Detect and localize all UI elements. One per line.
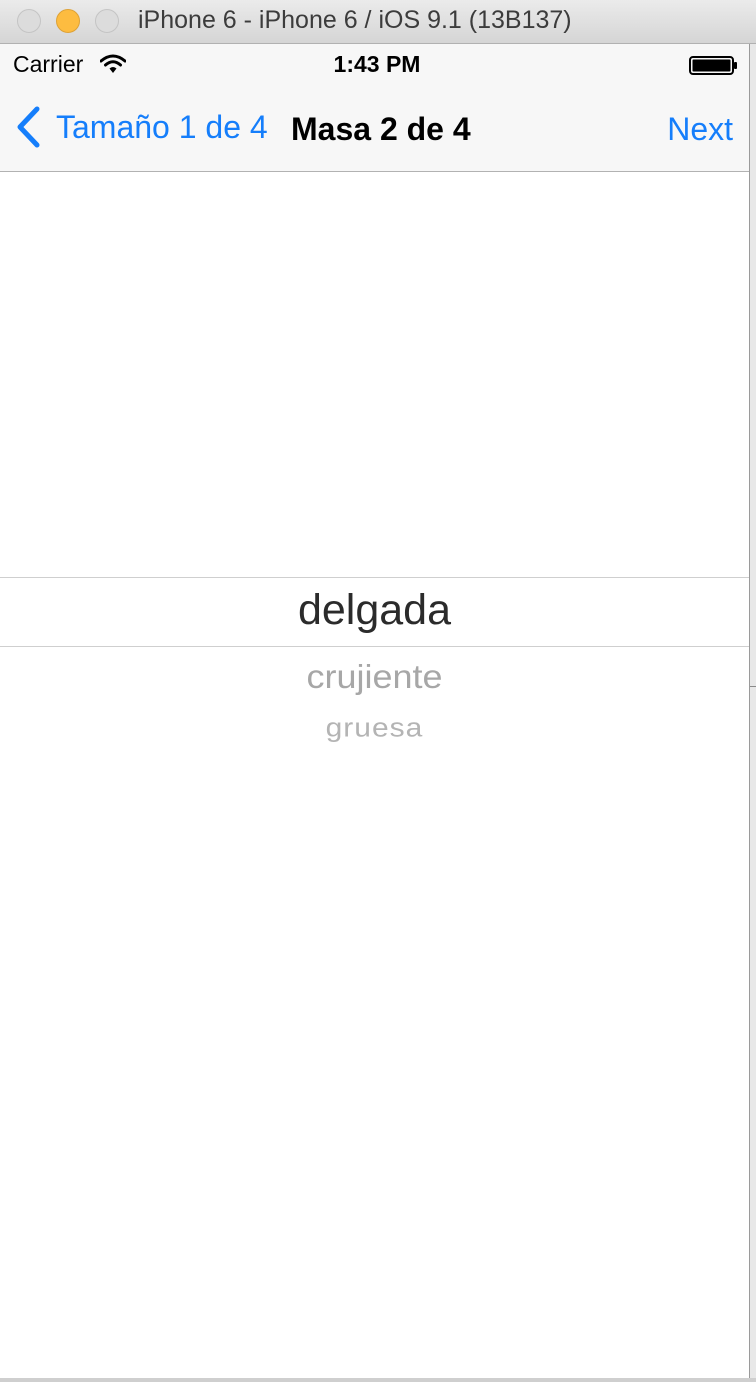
next-button[interactable]: Next bbox=[667, 111, 733, 148]
status-bar: Carrier 1:43 PM bbox=[0, 44, 749, 84]
chevron-left-icon bbox=[17, 106, 40, 148]
window-bottom-edge bbox=[0, 1378, 756, 1382]
minimize-window-button[interactable] bbox=[56, 9, 80, 33]
picker-selection-bottom-line bbox=[0, 646, 749, 647]
picker-row[interactable]: gruesa bbox=[0, 714, 749, 743]
navigation-bar: Tamaño 1 de 4 Masa 2 de 4 Next bbox=[0, 84, 749, 172]
window-edge bbox=[750, 44, 756, 1382]
nav-title: Masa 2 de 4 bbox=[291, 111, 471, 147]
window-title: iPhone 6 - iPhone 6 / iOS 9.1 (13B137) bbox=[138, 6, 572, 34]
window-edge-tick bbox=[750, 686, 756, 687]
close-window-button[interactable] bbox=[17, 9, 41, 33]
picker-selection-top-line bbox=[0, 577, 749, 578]
battery-icon bbox=[689, 56, 737, 75]
simulator-window: iPhone 6 - iPhone 6 / iOS 9.1 (13B137) C… bbox=[0, 0, 756, 1382]
back-button[interactable]: Tamaño 1 de 4 bbox=[14, 104, 268, 150]
back-button-label: Tamaño 1 de 4 bbox=[56, 108, 268, 145]
picker-row-selected[interactable]: delgada bbox=[0, 586, 749, 635]
window-titlebar: iPhone 6 - iPhone 6 / iOS 9.1 (13B137) bbox=[0, 0, 756, 44]
ios-screen: Carrier 1:43 PM Tamaño 1 de 4 Masa 2 de … bbox=[0, 44, 750, 1380]
option-picker[interactable]: delgada crujiente gruesa bbox=[0, 172, 749, 1380]
picker-row[interactable]: crujiente bbox=[0, 657, 749, 696]
status-time: 1:43 PM bbox=[333, 51, 421, 77]
zoom-window-button[interactable] bbox=[95, 9, 119, 33]
